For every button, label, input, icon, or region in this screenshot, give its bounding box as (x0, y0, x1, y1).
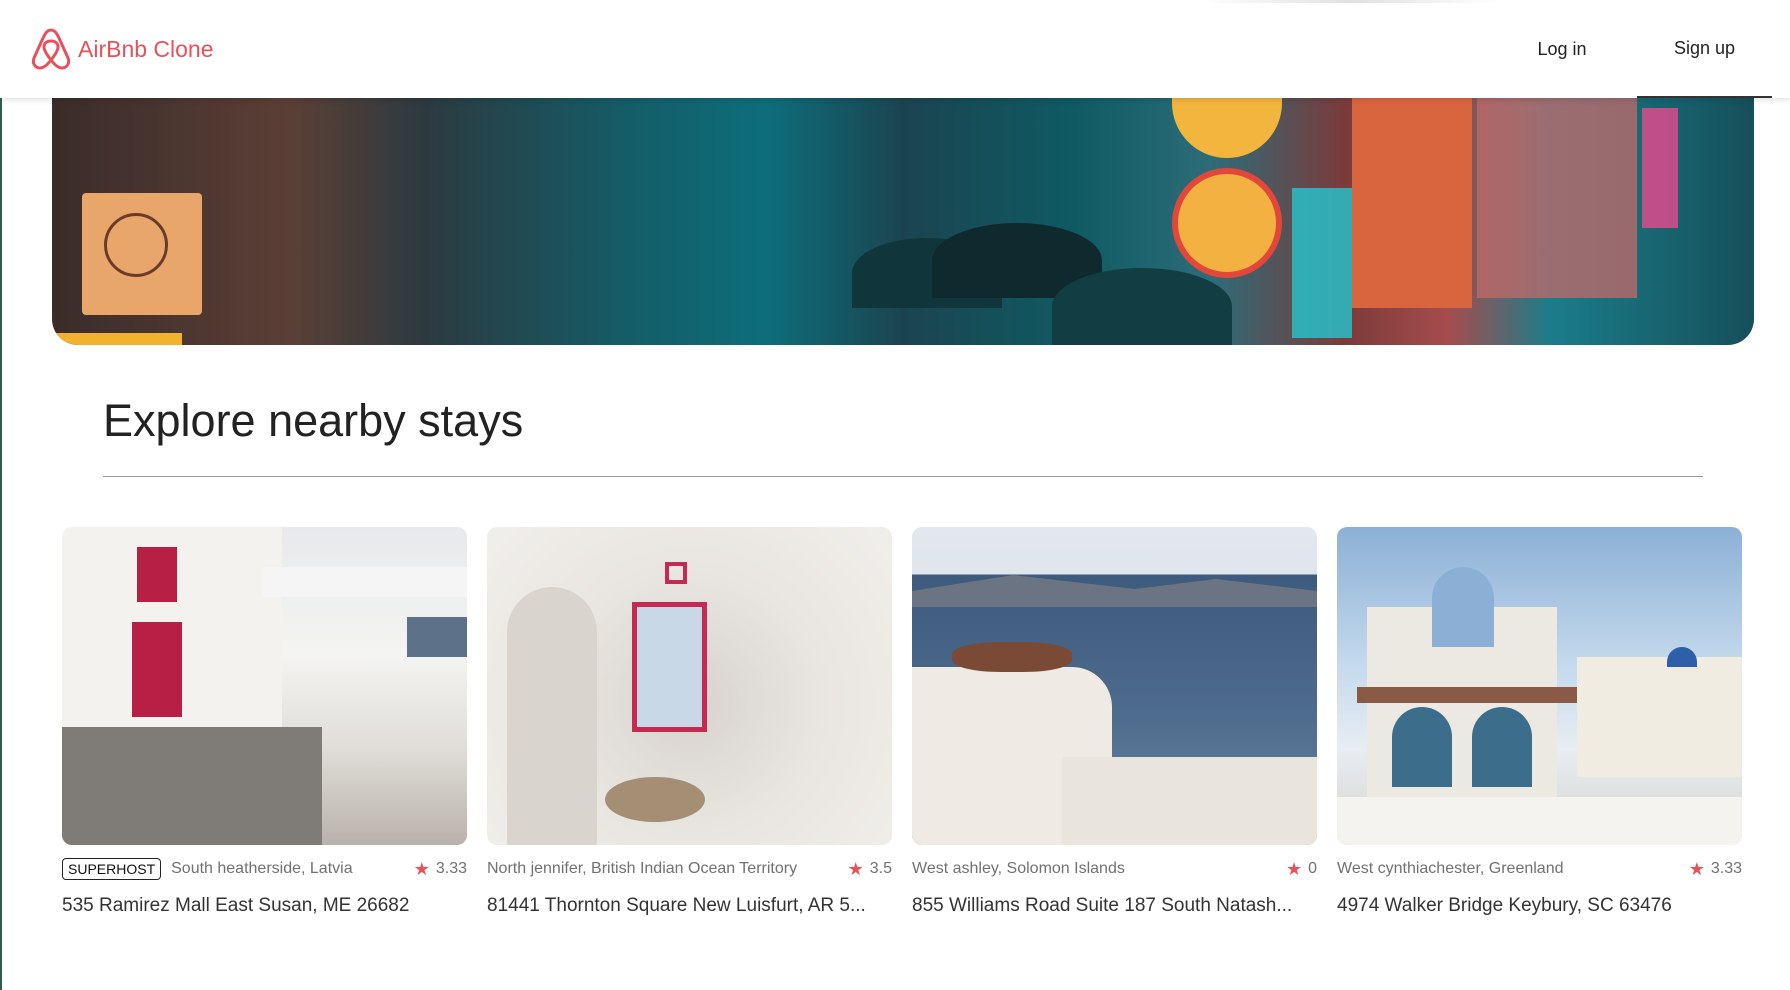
listing-photo[interactable] (62, 527, 467, 845)
listing-photo[interactable] (1337, 527, 1742, 845)
listing-photo[interactable] (487, 527, 892, 845)
listing-address: 535 Ramirez Mall East Susan, ME 26682 (62, 895, 410, 916)
listing-address: 4974 Walker Bridge Keybury, SC 63476 (1337, 895, 1672, 916)
rating-value: 3.33 (435, 860, 467, 877)
listing-photo[interactable] (912, 527, 1317, 845)
top-navbar: AirBnb Clone Log in Sign up (0, 0, 1790, 98)
listing-location: West cynthiachester, Greenland (1337, 860, 1564, 877)
superhost-badge: SUPERHOST (62, 858, 162, 880)
star-icon: ★ (1688, 858, 1705, 879)
listing-rating: ★ 0 (1286, 859, 1317, 880)
rating-value: 3.33 (1710, 860, 1742, 877)
airbnb-logo-icon (31, 28, 71, 70)
signup-link[interactable]: Sign up (1637, 0, 1772, 98)
section-divider (103, 476, 1703, 477)
listing-meta: West cynthiachester, Greenland ★ 3.33 (1337, 857, 1742, 881)
brand-link[interactable]: AirBnb Clone (30, 26, 214, 72)
window-edge (0, 0, 2, 990)
umbrella (1052, 268, 1232, 345)
login-link[interactable]: Log in (1487, 0, 1637, 98)
listing-card[interactable]: North jennifer, British Indian Ocean Ter… (487, 527, 892, 917)
hanging-banner (1477, 98, 1637, 298)
search-bar-shadow (1200, 0, 1500, 3)
lantern-sign (1172, 168, 1282, 278)
listing-location: South heatherside, Latvia (171, 860, 353, 877)
listing-address: 81441 Thornton Square New Luisfurt, AR 5… (487, 895, 866, 916)
listing-location: West ashley, Solomon Islands (912, 860, 1125, 877)
star-icon: ★ (1285, 858, 1303, 879)
listing-card[interactable]: West ashley, Solomon Islands ★ 0 855 Wil… (912, 527, 1317, 917)
rating-value: 3.5 (869, 860, 892, 877)
neon-sign (1642, 108, 1678, 228)
listing-rating: ★ 3.33 (414, 859, 467, 880)
auth-nav: Log in Sign up (1487, 0, 1790, 98)
listing-grid: SUPERHOST South heatherside, Latvia ★ 3.… (62, 527, 1742, 917)
star-icon: ★ (413, 858, 430, 879)
listing-rating: ★ 3.5 (848, 859, 892, 880)
neon-sign (1292, 188, 1352, 338)
star-icon: ★ (847, 858, 864, 879)
listing-card[interactable]: SUPERHOST South heatherside, Latvia ★ 3.… (62, 527, 467, 917)
listing-meta: SUPERHOST South heatherside, Latvia ★ 3.… (62, 857, 467, 881)
listing-rating: ★ 3.33 (1689, 859, 1742, 880)
lantern-sign (1172, 98, 1282, 158)
listing-address: 855 Williams Road Suite 187 South Natash… (912, 895, 1293, 916)
hero-awning (52, 333, 182, 345)
section-title: Explore nearby stays (103, 395, 524, 446)
rating-value: 0 (1308, 860, 1317, 877)
listing-meta: West ashley, Solomon Islands ★ 0 (912, 857, 1317, 881)
listing-location: North jennifer, British Indian Ocean Ter… (487, 860, 798, 877)
shop-sign (82, 193, 202, 315)
brand-name: AirBnb Clone (78, 35, 214, 62)
listing-card[interactable]: West cynthiachester, Greenland ★ 3.33 49… (1337, 527, 1742, 917)
hanging-banner (1352, 98, 1472, 308)
listing-meta: North jennifer, British Indian Ocean Ter… (487, 857, 892, 881)
hero-banner-image (52, 98, 1754, 345)
